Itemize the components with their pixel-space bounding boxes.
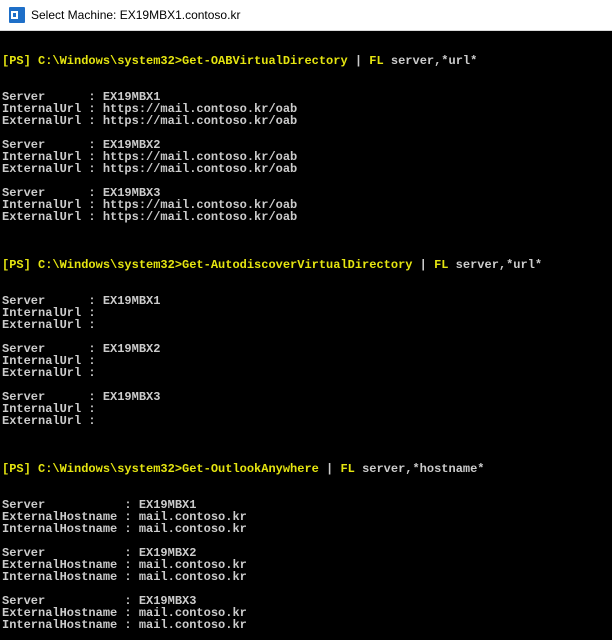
result-block: Server : EX19MBX2 InternalUrl : https://… — [2, 138, 298, 176]
format-list: FL — [340, 462, 355, 476]
prompt: [PS] C:\Windows\system32> — [2, 258, 183, 272]
cmdlet: Get-AutodiscoverVirtualDirectory — [182, 258, 413, 272]
prompt: [PS] C:\Windows\system32> — [2, 54, 183, 68]
result-block: Server : EX19MBX2 InternalUrl : External… — [2, 342, 161, 380]
pipe: | — [318, 462, 341, 476]
result-block: Server : EX19MBX3 InternalUrl : https://… — [2, 186, 298, 224]
console-output[interactable]: [PS] C:\Windows\system32>Get-OABVirtualD… — [0, 31, 612, 640]
command-line: [PS] C:\Windows\system32>Get-OABVirtualD… — [2, 55, 477, 67]
window-title: Select Machine: EX19MBX1.contoso.kr — [31, 8, 241, 22]
command-line: [PS] C:\Windows\system32>Get-Autodiscove… — [2, 259, 542, 271]
console-window: Select Machine: EX19MBX1.contoso.kr [PS]… — [0, 0, 612, 640]
cmdlet: Get-OABVirtualDirectory — [182, 54, 348, 68]
result-block: Server : EX19MBX2 ExternalHostname : mai… — [2, 546, 247, 584]
command-args: server,*url* — [383, 54, 478, 68]
cmdlet: Get-OutlookAnywhere — [182, 462, 319, 476]
command-args: server,*url* — [448, 258, 543, 272]
result-block: Server : EX19MBX1 ExternalHostname : mai… — [2, 498, 247, 536]
command-args: server,*hostname* — [354, 462, 485, 476]
result-block: Server : EX19MBX1 InternalUrl : https://… — [2, 90, 298, 128]
pipe: | — [412, 258, 435, 272]
result-block: Server : EX19MBX1 InternalUrl : External… — [2, 294, 161, 332]
format-list: FL — [369, 54, 384, 68]
format-list: FL — [434, 258, 449, 272]
title-bar[interactable]: Select Machine: EX19MBX1.contoso.kr — [0, 0, 612, 31]
command-line: [PS] C:\Windows\system32>Get-OutlookAnyw… — [2, 463, 485, 475]
exchange-management-shell-icon — [9, 7, 25, 23]
result-block: Server : EX19MBX3 ExternalHostname : mai… — [2, 594, 247, 632]
prompt: [PS] C:\Windows\system32> — [2, 462, 183, 476]
result-block: Server : EX19MBX3 InternalUrl : External… — [2, 390, 161, 428]
pipe: | — [347, 54, 370, 68]
